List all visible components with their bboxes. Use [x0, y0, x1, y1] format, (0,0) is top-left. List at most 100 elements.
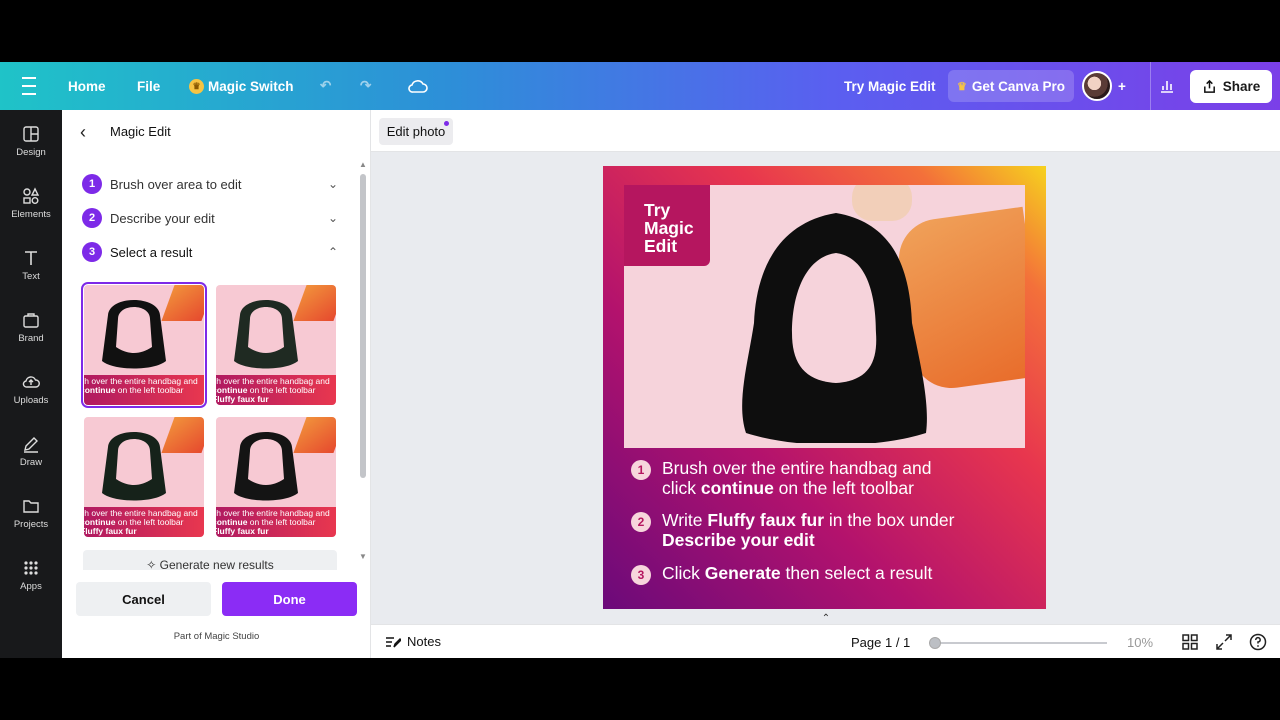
rail-label: Elements: [11, 208, 51, 220]
step-brush[interactable]: 1 Brush over area to edit ⌄: [82, 172, 338, 196]
elements-icon: [23, 186, 40, 204]
instruction-text: Brush over the entire handbag and click …: [662, 458, 932, 498]
try-magic-edit-tag: Try Magic Edit: [624, 185, 710, 266]
chevron-up-icon[interactable]: ⌃: [816, 613, 836, 625]
notification-dot: [444, 121, 449, 126]
result-thumbnail-3[interactable]: sh over the entire handbag and continue …: [84, 417, 204, 537]
thumbnail-caption: sh over the entire handbag and continue …: [84, 375, 204, 405]
step-describe[interactable]: 2 Describe your edit ⌄: [82, 206, 338, 230]
notes-icon: [386, 636, 401, 647]
rail-item-design[interactable]: Design: [0, 116, 62, 166]
top-bar: Home File ♛ Magic Switch ↶ ↷ Try Magic E…: [0, 62, 1280, 110]
notes-label: Notes: [407, 634, 441, 649]
grid-view-icon[interactable]: [1181, 633, 1199, 651]
instruction-number: 2: [631, 512, 651, 532]
result-thumbnail-4[interactable]: sh over the entire handbag and continue …: [216, 417, 336, 537]
chevron-down-icon: ⌄: [327, 177, 338, 191]
step-label: Describe your edit: [110, 210, 215, 226]
upload-icon: [1203, 79, 1215, 93]
rail-item-brand[interactable]: Brand: [0, 302, 62, 352]
step-number: 1: [82, 174, 102, 194]
zoom-slider-knob[interactable]: [929, 637, 941, 649]
text-icon: [25, 250, 37, 265]
get-pro-label: Get Canva Pro: [971, 78, 1065, 94]
crown-icon: ♛: [189, 78, 204, 94]
rail-label: Brand: [18, 332, 44, 344]
thumbnail-caption: sh over the entire handbag and continue …: [84, 507, 204, 537]
design-canvas[interactable]: Try Magic Edit 1 Brush over the entire h…: [603, 166, 1046, 609]
share-label: Share: [1222, 79, 1261, 94]
editor-area: Edit photo Try Magic Edit 1 Brush over t…: [371, 110, 1280, 658]
panel-title: Magic Edit: [110, 124, 171, 139]
scroll-up-icon[interactable]: ▲: [359, 160, 367, 169]
thumbnail-caption: sh over the entire handbag and continue …: [216, 375, 336, 405]
edit-photo-label: Edit photo: [386, 124, 446, 139]
redo-icon[interactable]: ↷: [360, 62, 371, 110]
draw-icon: [24, 436, 38, 453]
handbag-image: [234, 300, 298, 369]
instruction-text: Click Generate then select a result: [662, 563, 933, 583]
add-collaborator-icon[interactable]: +: [1118, 62, 1126, 110]
crown-icon: ♛: [957, 80, 967, 93]
left-rail: Design Elements Text Brand Uploads Draw …: [0, 110, 62, 658]
edit-photo-button[interactable]: Edit photo: [379, 118, 453, 145]
generate-label: Generate new results: [159, 558, 274, 570]
brand-icon: [23, 312, 39, 328]
file-menu-button[interactable]: File: [137, 62, 160, 110]
menu-icon[interactable]: [22, 62, 40, 110]
step-select-result[interactable]: 3 Select a result ⌃: [82, 240, 338, 264]
result-thumbnail-1[interactable]: sh over the entire handbag and continue …: [81, 282, 207, 408]
handbag-image: [742, 213, 927, 443]
fullscreen-icon[interactable]: [1215, 633, 1233, 651]
rail-item-uploads[interactable]: Uploads: [0, 364, 62, 414]
try-magic-edit-link[interactable]: Try Magic Edit: [844, 62, 936, 110]
back-arrow-icon[interactable]: ‹: [80, 122, 86, 143]
magic-switch-button[interactable]: ♛ Magic Switch: [189, 62, 294, 110]
thumbnail-caption: sh over the entire handbag and continue …: [216, 507, 336, 537]
rail-item-elements[interactable]: Elements: [0, 178, 62, 228]
zoom-slider[interactable]: [929, 637, 1107, 649]
scroll-down-icon[interactable]: ▼: [359, 552, 367, 561]
rail-label: Design: [16, 146, 46, 158]
sparkle-icon: ✧: [146, 558, 160, 570]
step-number: 3: [82, 242, 102, 262]
rail-item-text[interactable]: Text: [0, 240, 62, 290]
handbag-image: [102, 432, 166, 501]
insights-chart-icon[interactable]: [1150, 62, 1182, 110]
cancel-button[interactable]: Cancel: [76, 582, 211, 616]
handbag-image: [102, 300, 166, 369]
rail-label: Uploads: [13, 394, 49, 406]
panel-scrollbar[interactable]: ▲ ▼: [359, 160, 367, 561]
instruction-number: 3: [631, 565, 651, 585]
rail-item-projects[interactable]: Projects: [0, 488, 62, 538]
avatar[interactable]: [1082, 71, 1112, 101]
help-icon[interactable]: [1249, 633, 1267, 651]
handbag-photo[interactable]: Try Magic Edit: [624, 185, 1025, 448]
instruction-text: Write Fluffy faux fur in the box under D…: [662, 510, 955, 550]
scrollbar-thumb[interactable]: [360, 174, 366, 478]
generate-new-results-button[interactable]: ✧ Generate new results: [83, 550, 337, 570]
step-label: Brush over area to edit: [110, 176, 242, 192]
undo-icon[interactable]: ↶: [320, 62, 331, 110]
rail-item-apps[interactable]: Apps: [0, 550, 62, 600]
canva-editor-window: Home File ♛ Magic Switch ↶ ↷ Try Magic E…: [0, 62, 1280, 658]
rail-item-draw[interactable]: Draw: [0, 426, 62, 476]
result-thumbnail-2[interactable]: sh over the entire handbag and continue …: [216, 285, 336, 405]
zoom-level[interactable]: 10%: [1127, 635, 1153, 650]
get-canva-pro-button[interactable]: ♛ Get Canva Pro: [948, 70, 1074, 102]
chevron-up-icon: ⌃: [327, 245, 338, 259]
cloud-save-icon[interactable]: [408, 62, 428, 110]
uploads-icon: [22, 375, 40, 388]
page-indicator[interactable]: Page 1 / 1: [851, 635, 910, 650]
notes-button[interactable]: Notes: [385, 634, 441, 649]
done-button[interactable]: Done: [222, 582, 357, 616]
handbag-image: [234, 432, 298, 501]
context-toolbar: Edit photo: [371, 110, 1280, 152]
rail-label: Draw: [19, 456, 43, 468]
bottom-bar: ⌃ Notes Page 1 / 1 10%: [371, 613, 1280, 658]
magic-studio-note: Part of Magic Studio: [173, 631, 260, 642]
home-button[interactable]: Home: [68, 62, 106, 110]
share-button[interactable]: Share: [1190, 70, 1272, 103]
step-number: 2: [82, 208, 102, 228]
rail-label: Projects: [13, 518, 49, 530]
